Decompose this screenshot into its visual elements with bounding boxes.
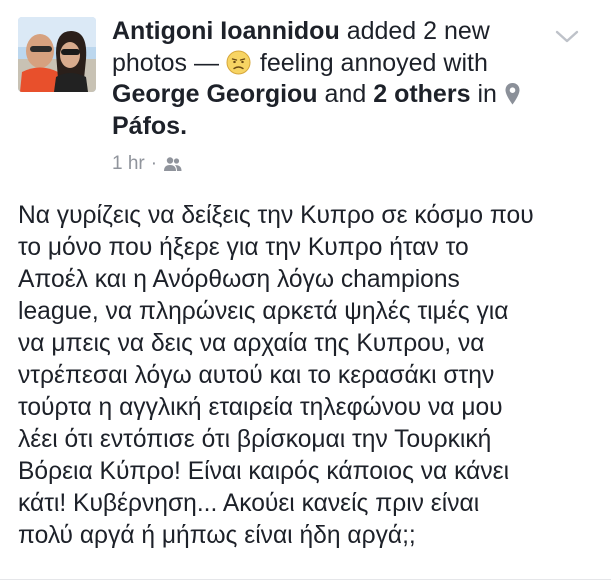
facebook-post: Antigoni Ioannidou added 2 new photos — …: [0, 0, 611, 587]
meta-separator: ·: [150, 153, 158, 174]
chevron-down-icon[interactable]: [554, 28, 580, 46]
message-line: πολύ αργά ή μήπως είναι ήδη αργά;;: [18, 522, 416, 549]
location-link[interactable]: Páfos.: [112, 112, 187, 140]
location-pin-icon: [505, 83, 520, 105]
post-meta: 1 hr ·: [112, 152, 183, 176]
message-line: Να γυρίζεις να δείξεις την Κυπρο σε κόσμ…: [18, 202, 534, 229]
message-line: ντρέπεσαι λόγω αυτού και το κερασάκι στη…: [18, 362, 495, 389]
profile-photo: [18, 17, 96, 92]
divider: [0, 579, 611, 580]
message-line: λέει ότι εντόπισε ότι βρίσκομαι την Τουρ…: [18, 426, 492, 453]
message-line: να μπεις να δεις να αρχαία της Κυπρου, ν…: [18, 330, 485, 357]
message-line: το μόνο που ήξερε για την Κυπρο ήταν το: [18, 234, 469, 261]
message-line: τούρτα η αγγλική εταιρεία τηλεφώνου να μ…: [18, 394, 503, 421]
tagged-person-link[interactable]: George Georgiou: [112, 80, 318, 108]
annoyed-face-icon: [226, 50, 251, 74]
and-text: and: [324, 80, 367, 108]
message-line: Βόρεια Κύπρο! Είναι καιρός κάποιος να κά…: [18, 458, 510, 485]
feeling-text: feeling annoyed: [259, 48, 437, 77]
friends-icon[interactable]: [163, 156, 183, 172]
avatar[interactable]: [18, 17, 96, 92]
message-line: league, να πληρώνεις αρκετά ψηλές τιμές …: [18, 298, 509, 325]
others-link[interactable]: 2 others: [373, 80, 470, 108]
message-line: Αποέλ και η Ανόρθωση λόγω champions: [18, 266, 460, 293]
message-line: κάτι! Κυβέρνηση... Ακούει κανείς πριν εί…: [18, 490, 480, 517]
in-text: in: [477, 80, 497, 108]
author-name[interactable]: Antigoni Ioannidou: [112, 17, 340, 45]
post-message: Να γυρίζεις να δείξεις την Κυπρο σε κόσμ…: [18, 200, 598, 552]
with-text: with: [443, 48, 488, 77]
timestamp-link[interactable]: 1 hr: [112, 152, 145, 176]
post-header: Antigoni Ioannidou added 2 new photos — …: [112, 16, 532, 142]
